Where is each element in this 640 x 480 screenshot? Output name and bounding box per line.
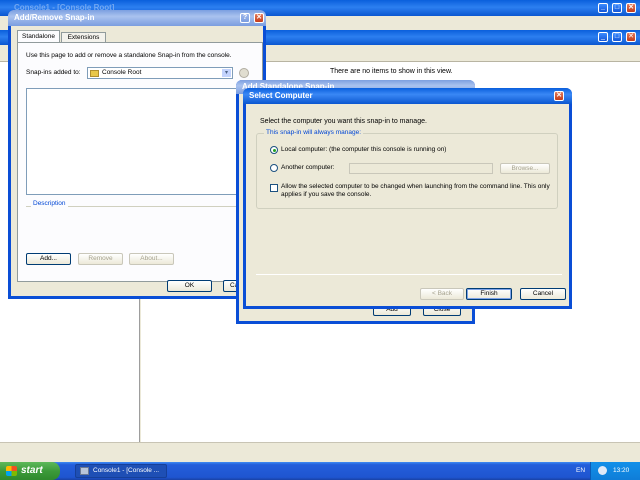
status-bar	[0, 442, 640, 462]
select-dialog-title-bar: Select Computer ✕	[243, 88, 572, 104]
inner-close-icon[interactable]: ✕	[626, 32, 636, 42]
help-icon[interactable]: ?	[240, 13, 250, 23]
browse-button[interactable]: Browse...	[500, 163, 550, 174]
tab-extensions[interactable]: Extensions	[61, 32, 106, 42]
description-group-label: Description	[31, 200, 68, 207]
select-computer-dialog: Select Computer ✕ Select the computer yo…	[243, 88, 572, 309]
tab-standalone[interactable]: Standalone	[17, 30, 60, 42]
taskbar-console-button[interactable]: Console1 - [Console ...	[75, 464, 167, 478]
select-dialog-title: Select Computer	[249, 91, 313, 100]
finish-button[interactable]: Finish	[466, 288, 512, 300]
description-group	[26, 206, 248, 244]
inner-restore-icon[interactable]: □	[612, 32, 622, 42]
tray-network-icon[interactable]	[598, 466, 607, 475]
close-icon[interactable]: ✕	[626, 3, 636, 13]
add-button[interactable]: Add...	[26, 253, 71, 265]
taskbar-clock[interactable]: 13:20	[613, 462, 629, 480]
dialog-separator	[256, 274, 562, 275]
minimize-icon[interactable]: _	[598, 3, 608, 13]
inner-minimize-icon[interactable]: _	[598, 32, 608, 42]
language-indicator[interactable]: EN	[576, 462, 585, 480]
start-label: start	[21, 465, 43, 476]
back-button[interactable]: < Back	[420, 288, 464, 300]
console-app-icon	[80, 467, 89, 475]
select-cancel-button[interactable]: Cancel	[520, 288, 566, 300]
snapins-added-to-select[interactable]: Console Root ▾	[87, 67, 233, 79]
another-computer-radio[interactable]	[270, 164, 278, 172]
maximize-icon[interactable]: □	[612, 3, 622, 13]
allow-change-checkbox[interactable]	[270, 184, 278, 192]
up-level-icon[interactable]	[239, 68, 249, 78]
ok-button[interactable]: OK	[167, 280, 212, 292]
remove-button[interactable]: Remove	[78, 253, 123, 265]
add-remove-snapin-dialog: Add/Remove Snap-in ? ✕ Standalone Extens…	[8, 10, 266, 299]
close-icon[interactable]: ✕	[554, 91, 564, 101]
snapin-dialog-title-bar: Add/Remove Snap-in ? ✕	[8, 10, 266, 26]
snapin-dialog-title: Add/Remove Snap-in	[14, 13, 95, 22]
windows-flag-icon	[6, 466, 17, 476]
snapin-list[interactable]	[26, 88, 248, 195]
allow-change-label[interactable]: Allow the selected computer to be change…	[281, 183, 551, 199]
about-button[interactable]: About...	[129, 253, 174, 265]
close-icon[interactable]: ✕	[254, 13, 264, 23]
snapin-page-description: Use this page to add or remove a standal…	[26, 52, 232, 59]
local-computer-radio[interactable]	[270, 146, 278, 154]
another-computer-input[interactable]	[349, 163, 493, 174]
empty-view-message: There are no items to show in this view.	[330, 68, 453, 75]
local-computer-label[interactable]: Local computer: (the computer this conso…	[281, 146, 446, 153]
select-intro-text: Select the computer you want this snap-i…	[260, 118, 427, 125]
taskbar-console-label: Console1 - [Console ...	[93, 467, 160, 474]
chevron-down-icon[interactable]: ▾	[222, 69, 231, 77]
start-button[interactable]: start	[0, 462, 60, 480]
snapins-added-to-label: Snap-ins added to:	[26, 69, 81, 76]
folder-icon	[90, 70, 99, 77]
another-computer-label[interactable]: Another computer:	[281, 164, 334, 171]
radio-selected-dot	[273, 149, 276, 152]
snapins-added-to-value: Console Root	[102, 69, 142, 76]
manage-group-label: This snap-in will always manage:	[264, 129, 364, 136]
